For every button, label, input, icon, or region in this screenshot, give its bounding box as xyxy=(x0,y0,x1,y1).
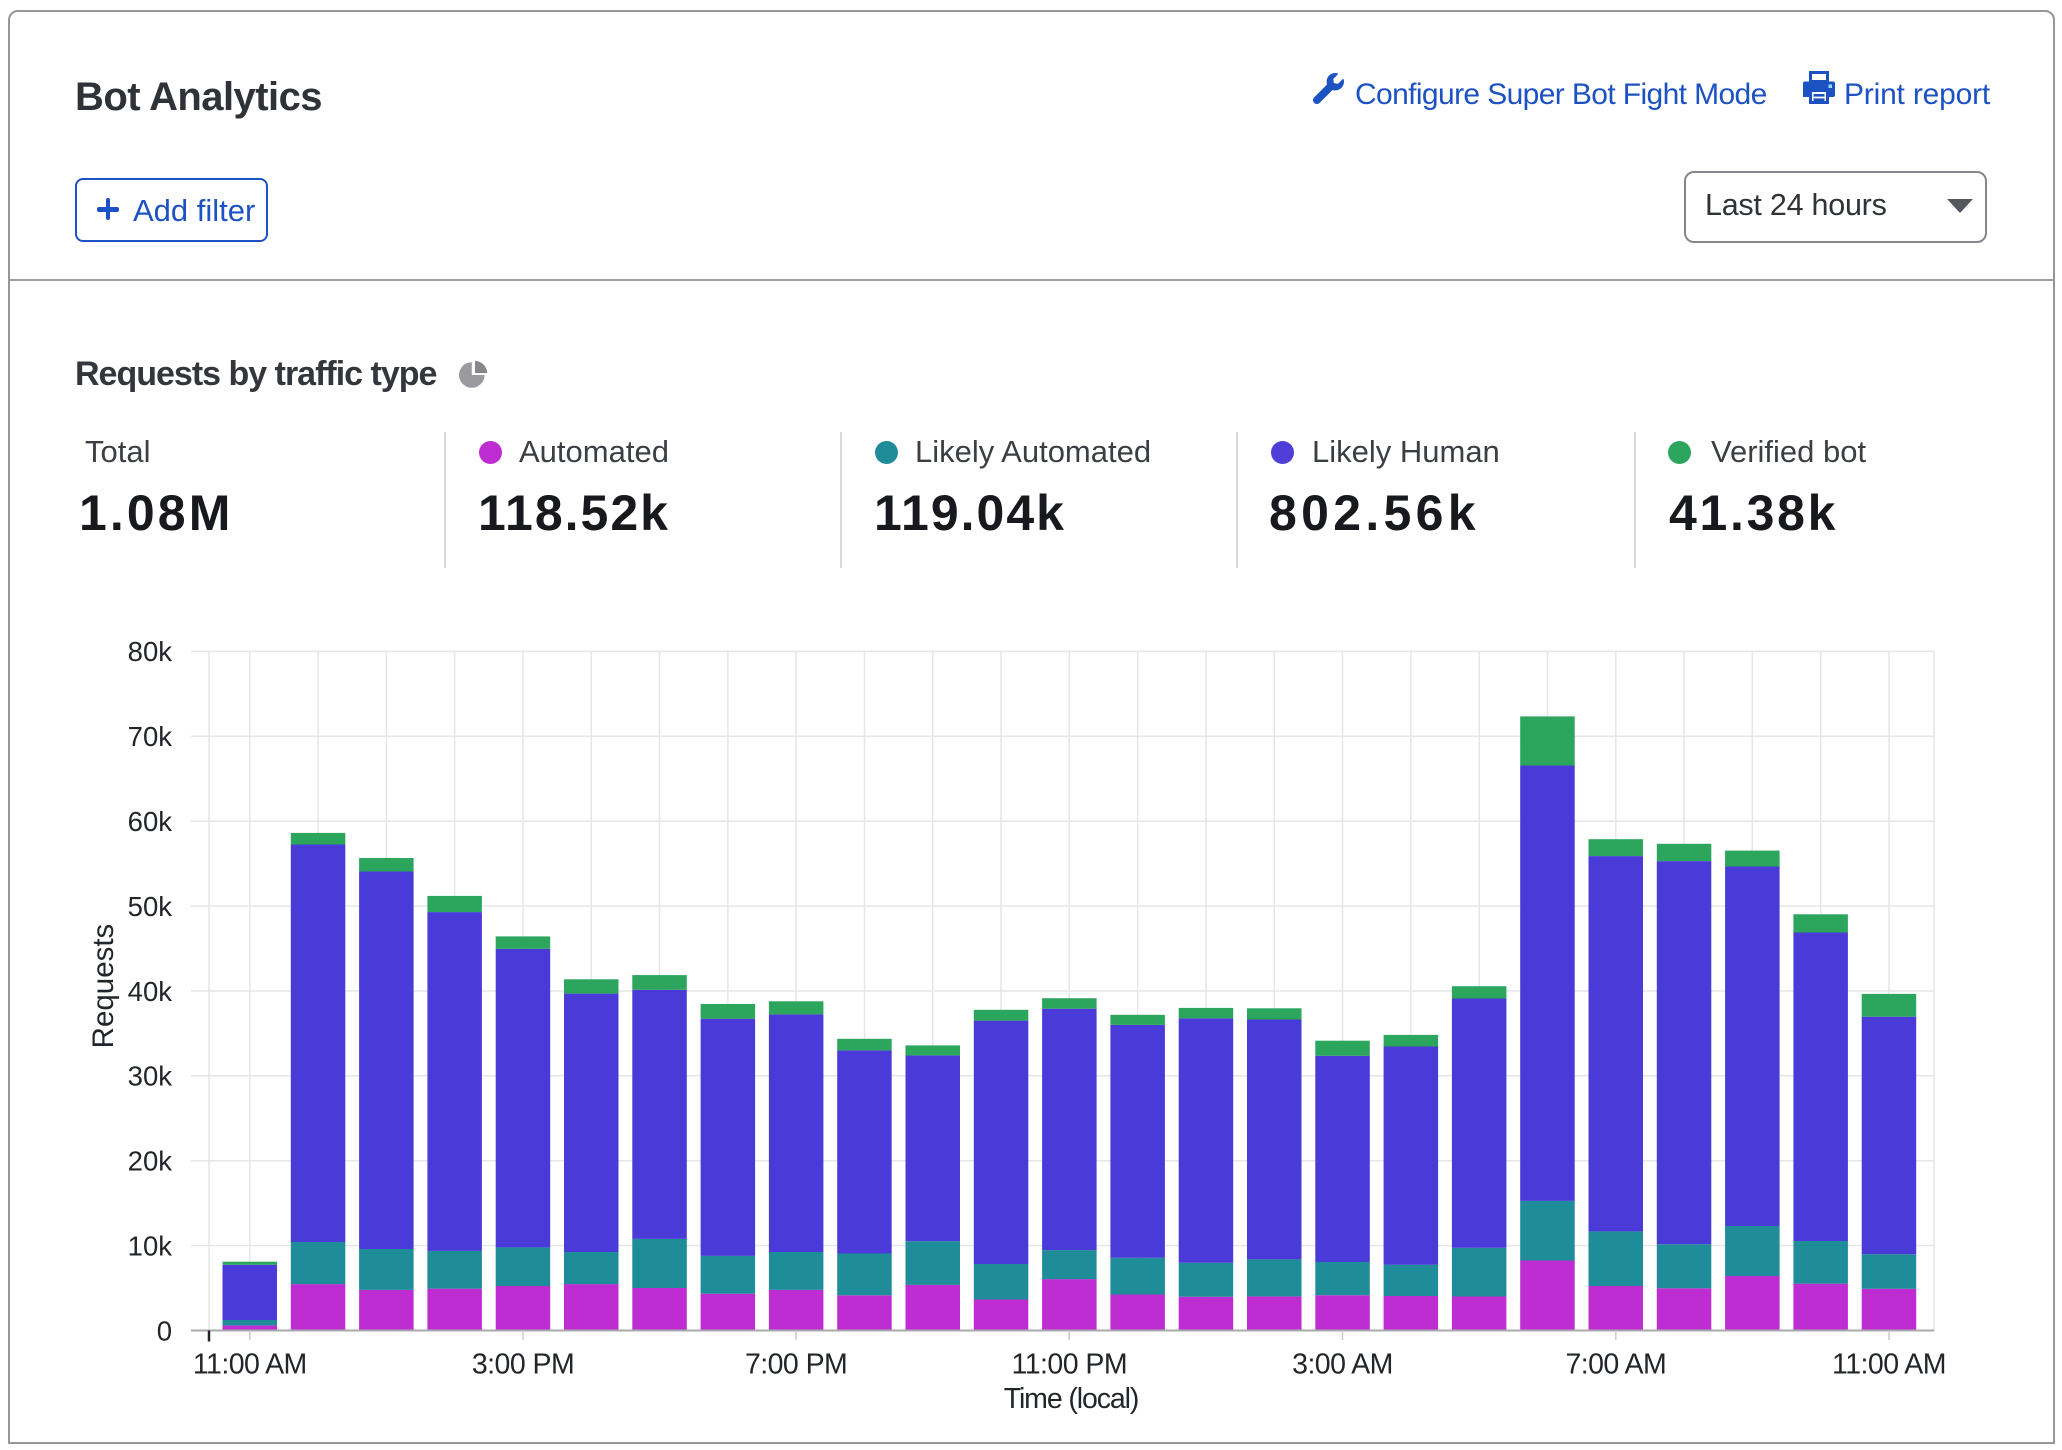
svg-text:20k: 20k xyxy=(128,1146,173,1177)
svg-text:7:00 PM: 7:00 PM xyxy=(745,1349,847,1381)
svg-text:0: 0 xyxy=(157,1315,172,1346)
svg-text:Requests: Requests xyxy=(87,924,120,1049)
svg-text:11:00 AM: 11:00 AM xyxy=(1832,1349,1946,1381)
svg-text:11:00 AM: 11:00 AM xyxy=(193,1349,307,1381)
svg-text:30k: 30k xyxy=(128,1061,173,1092)
svg-text:Time (local): Time (local) xyxy=(1004,1383,1139,1415)
svg-text:40k: 40k xyxy=(128,976,173,1007)
svg-text:80k: 80k xyxy=(128,636,173,667)
svg-text:11:00 PM: 11:00 PM xyxy=(1012,1349,1127,1381)
svg-text:7:00 AM: 7:00 AM xyxy=(1565,1349,1666,1381)
svg-text:10k: 10k xyxy=(128,1230,173,1261)
svg-text:50k: 50k xyxy=(128,891,173,922)
svg-text:3:00 PM: 3:00 PM xyxy=(472,1349,574,1381)
svg-text:3:00 AM: 3:00 AM xyxy=(1292,1349,1393,1381)
svg-text:60k: 60k xyxy=(128,806,173,837)
svg-text:70k: 70k xyxy=(128,721,173,752)
